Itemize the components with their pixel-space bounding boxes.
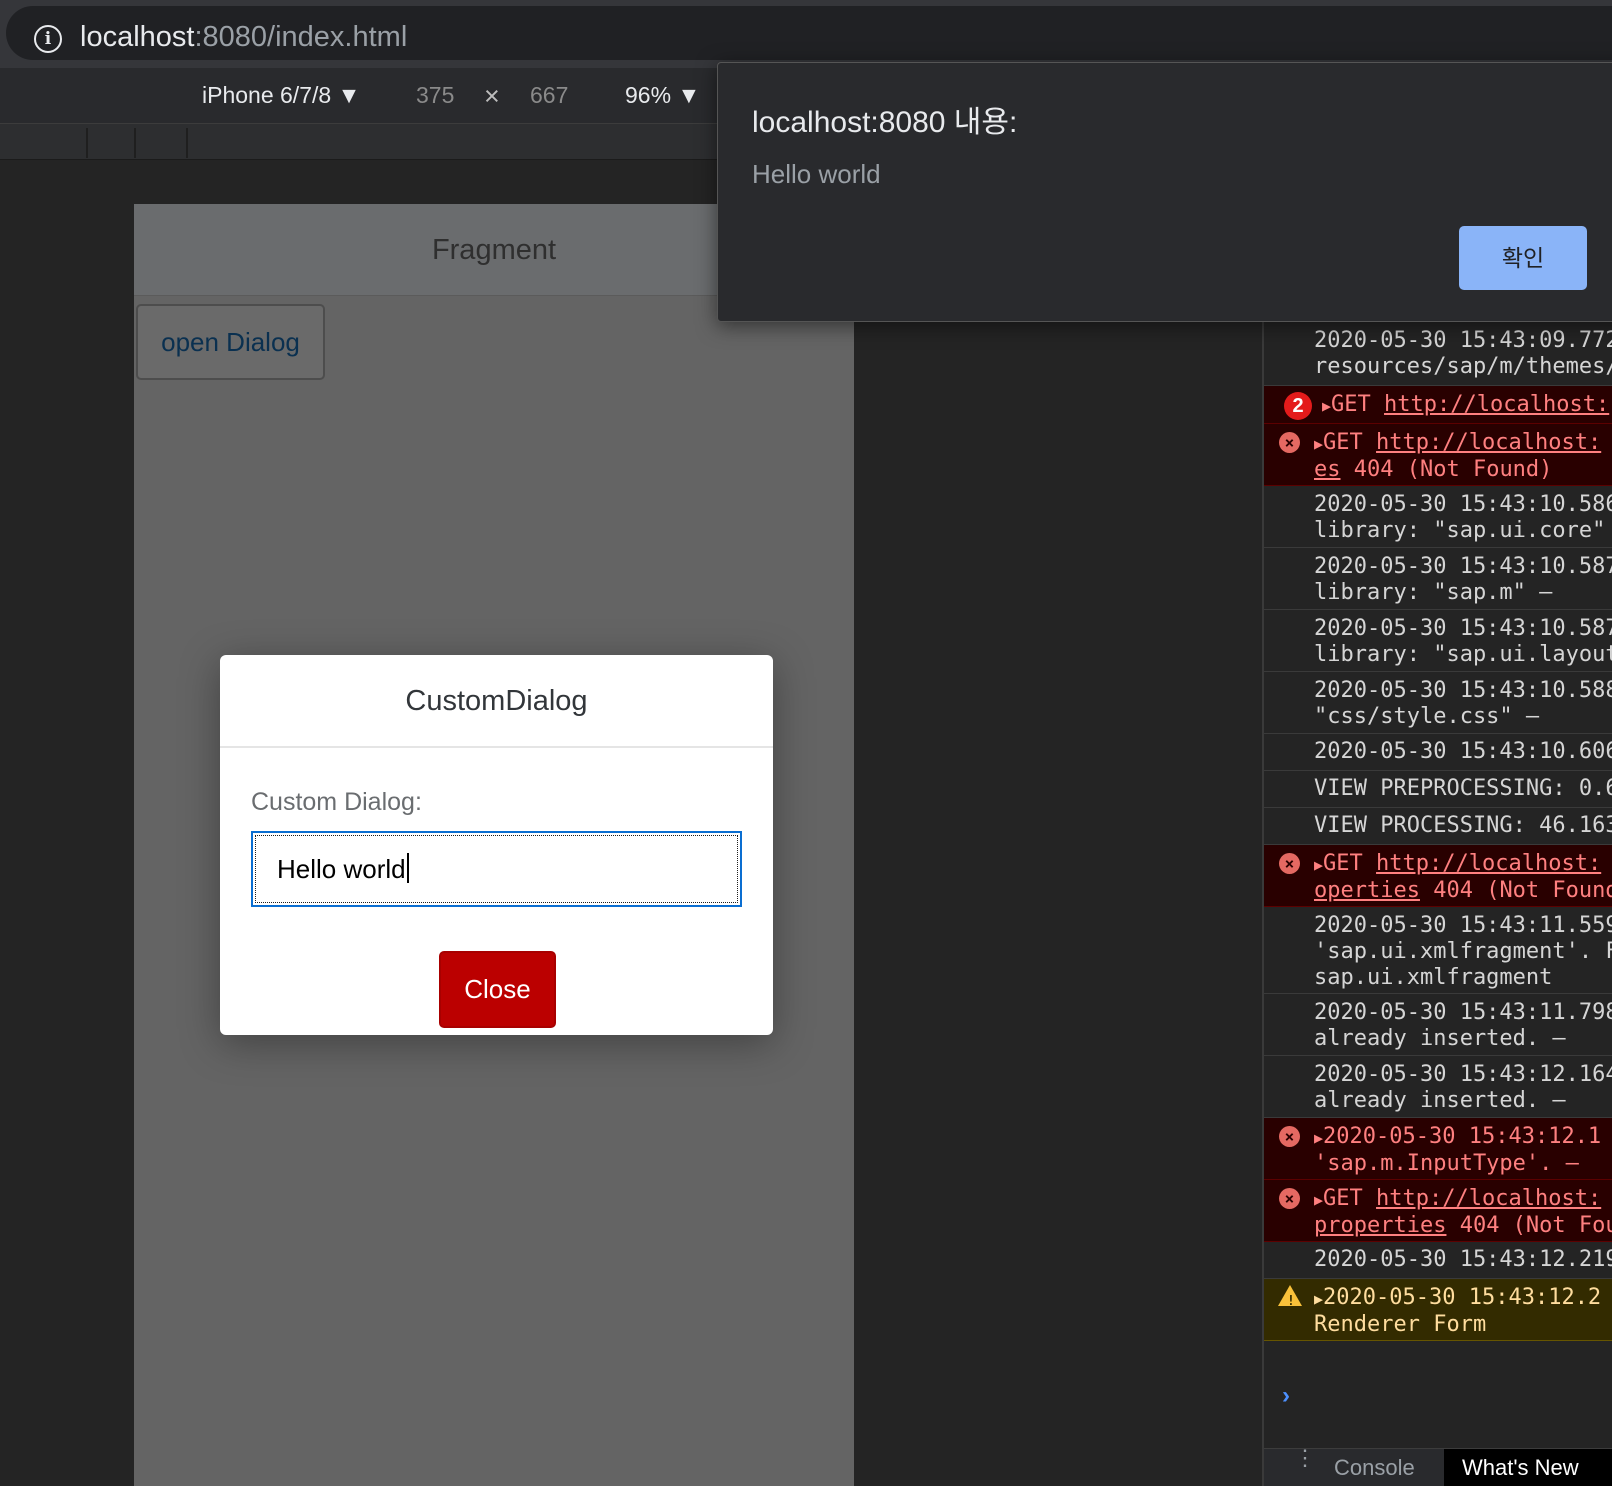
device-viewport: Fragment open Dialog CustomDialog Custom… [134,204,854,1486]
url-text[interactable]: localhost:8080/index.html [80,21,407,54]
alert-ok-button[interactable]: 확인 [1459,226,1587,290]
error-icon: × [1279,432,1300,453]
chevron-down-icon: ▼ [337,82,361,108]
expand-triangle-icon[interactable]: ▶ [1314,435,1323,453]
console-message: 2020-05-30 15:43:09.772 resources/sap/m/… [1264,322,1612,386]
text-caret [406,853,409,883]
error-icon: × [1279,853,1300,874]
input-value: Hello world [277,854,406,884]
more-options-icon[interactable]: ⋮ [1294,1447,1316,1469]
dimension-separator: × [484,81,500,111]
zoom-select[interactable]: 96% ▼ [625,82,700,109]
error-icon: × [1279,1188,1300,1209]
console-message: 2020-05-30 15:43:11.798 already inserted… [1264,994,1612,1056]
console-message: 2020-05-30 15:43:12.164 already inserted… [1264,1056,1612,1118]
console-message: 2020-05-30 15:43:10.586 library: "sap.ui… [1264,486,1612,548]
omnibox[interactable]: i localhost:8080/index.html [6,6,1612,60]
drawer-tabbar: ⋮ Console What's New [1264,1447,1612,1486]
expand-triangle-icon[interactable]: ▶ [1314,1129,1323,1147]
console-message: 2020-05-30 15:43:12.219 [1264,1242,1612,1279]
custom-dialog: CustomDialog Custom Dialog: Hello world … [220,655,773,1035]
error-icon: × [1279,1126,1300,1147]
console-message: VIEW PREPROCESSING: 0.6 [1264,771,1612,808]
site-info-icon[interactable]: i [34,25,62,53]
tab-whats-new[interactable]: What's New [1444,1449,1612,1486]
media-query-segment[interactable] [0,128,88,158]
alert-title: localhost:8080 내용: [752,106,1018,139]
expand-triangle-icon[interactable]: ▶ [1314,856,1323,874]
device-height-input[interactable]: 667 [530,82,568,109]
console-message: 2020-05-30 15:43:10.587 library: "sap.m"… [1264,548,1612,610]
console-message: 2020-05-30 15:43:11.559 'sap.ui.xmlfragm… [1264,907,1612,994]
expand-triangle-icon[interactable]: ▶ [1322,397,1331,415]
devtools-console: 2020-05-30 15:43:09.772 resources/sap/m/… [1262,322,1612,1486]
console-error[interactable]: × ▶2020-05-30 15:43:12.1 'sap.m.InputTyp… [1264,1118,1612,1180]
console-error[interactable]: × ▶GET http://localhost: operties 404 (N… [1264,845,1612,907]
warning-icon: ! [1278,1285,1302,1309]
console-error[interactable]: × ▶GET http://localhost: properties 404 … [1264,1180,1612,1242]
error-count-badge: 2 [1284,392,1312,420]
console-message: 2020-05-30 15:43:10.587 library: "sap.ui… [1264,610,1612,672]
console-warning[interactable]: ! ▶2020-05-30 15:43:12.2 Renderer Form [1264,1279,1612,1341]
dialog-title: CustomDialog [405,685,588,717]
dialog-header: CustomDialog [220,655,773,748]
device-width-input[interactable]: 375 [416,82,454,109]
browser-address-bar: i localhost:8080/index.html [0,0,1612,68]
open-dialog-button[interactable]: open Dialog [136,304,325,380]
media-query-segment[interactable] [88,128,136,158]
console-error-group[interactable]: 2 ▶GET http://localhost: [1264,386,1612,424]
alert-message: Hello world [752,159,881,189]
media-query-segment[interactable] [136,128,188,158]
close-button[interactable]: Close [439,951,556,1028]
device-select[interactable]: iPhone 6/7/8 ▼ [202,82,360,109]
alert-dialog: localhost:8080 내용: Hello world 확인 [717,62,1612,322]
console-message: 2020-05-30 15:43:10.606 [1264,734,1612,771]
expand-triangle-icon[interactable]: ▶ [1314,1191,1323,1209]
console-message: VIEW PROCESSING: 46.163 [1264,808,1612,845]
console-error[interactable]: × ▶GET http://localhost: es 404 (Not Fou… [1264,424,1612,486]
chevron-down-icon: ▼ [677,82,701,108]
dialog-text-input[interactable]: Hello world [251,831,742,907]
console-message: 2020-05-30 15:43:10.588 "css/style.css" … [1264,672,1612,734]
expand-triangle-icon[interactable]: ▶ [1314,1290,1323,1308]
tab-console[interactable]: Console [1334,1455,1415,1481]
console-prompt-icon[interactable]: › [1282,1382,1290,1410]
dialog-field-label: Custom Dialog: [251,788,422,816]
